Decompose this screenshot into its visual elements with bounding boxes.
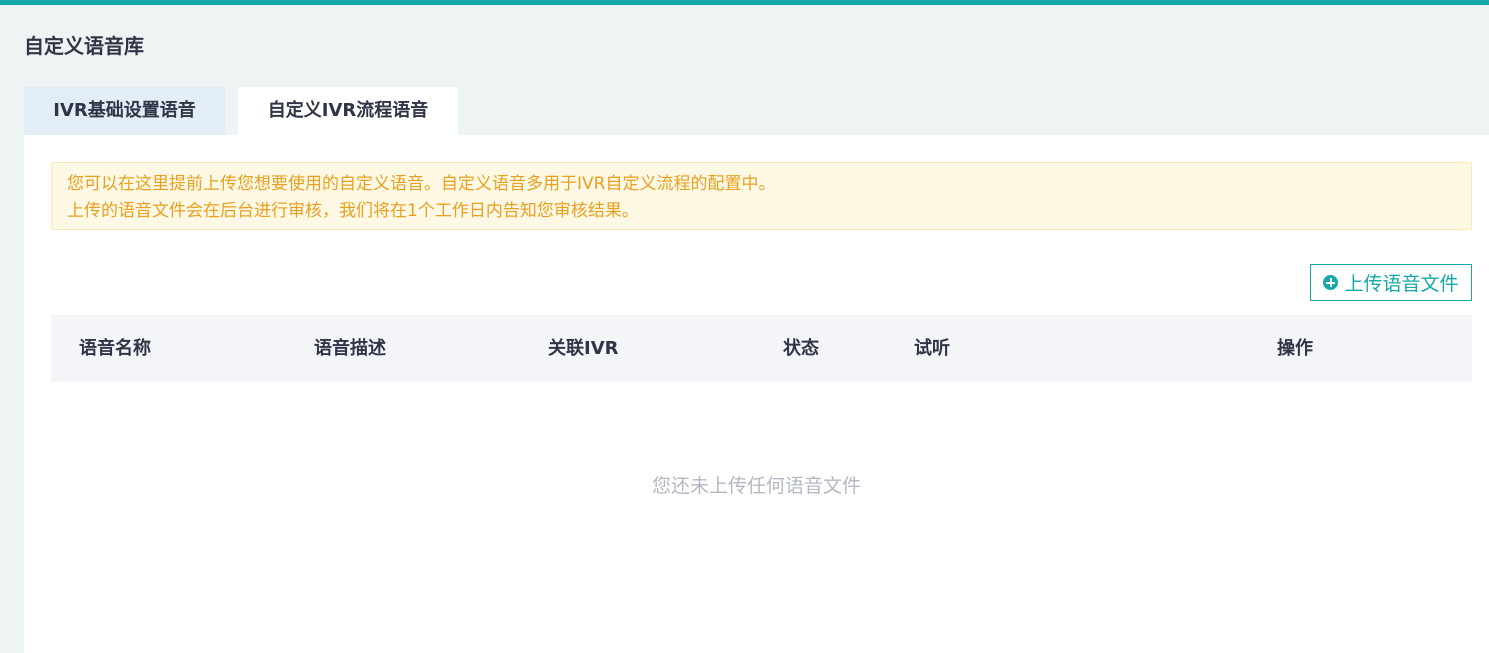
- tab-ivr-basic-voice[interactable]: IVR基础设置语音: [24, 87, 225, 135]
- column-header-voice-description: 语音描述: [314, 338, 386, 359]
- top-accent-bar: [0, 0, 1489, 5]
- column-header-actions: 操作: [1277, 338, 1313, 359]
- tab-bar: IVR基础设置语音 自定义IVR流程语音: [24, 87, 458, 135]
- empty-state-text: 您还未上传任何语音文件: [651, 475, 861, 497]
- info-notice: 您可以在这里提前上传您想要使用的自定义语音。自定义语音多用于IVR自定义流程的配…: [51, 162, 1472, 230]
- column-header-preview: 试听: [914, 338, 950, 359]
- main-panel: 您可以在这里提前上传您想要使用的自定义语音。自定义语音多用于IVR自定义流程的配…: [24, 135, 1489, 653]
- notice-line-1: 您可以在这里提前上传您想要使用的自定义语音。自定义语音多用于IVR自定义流程的配…: [67, 174, 776, 194]
- column-header-linked-ivr: 关联IVR: [548, 338, 619, 359]
- tab-custom-ivr-flow-voice[interactable]: 自定义IVR流程语音: [238, 87, 458, 135]
- table-header: 语音名称 语音描述 关联IVR 状态 试听 操作: [51, 315, 1472, 382]
- upload-voice-file-button[interactable]: 上传语音文件: [1310, 264, 1472, 301]
- upload-button-label: 上传语音文件: [1344, 273, 1459, 295]
- plus-circle-icon: [1323, 275, 1339, 290]
- page-title: 自定义语音库: [24, 34, 144, 58]
- column-header-status: 状态: [783, 338, 819, 359]
- column-header-voice-name: 语音名称: [79, 338, 151, 359]
- notice-line-2: 上传的语音文件会在后台进行审核，我们将在1个工作日内告知您审核结果。: [67, 201, 639, 221]
